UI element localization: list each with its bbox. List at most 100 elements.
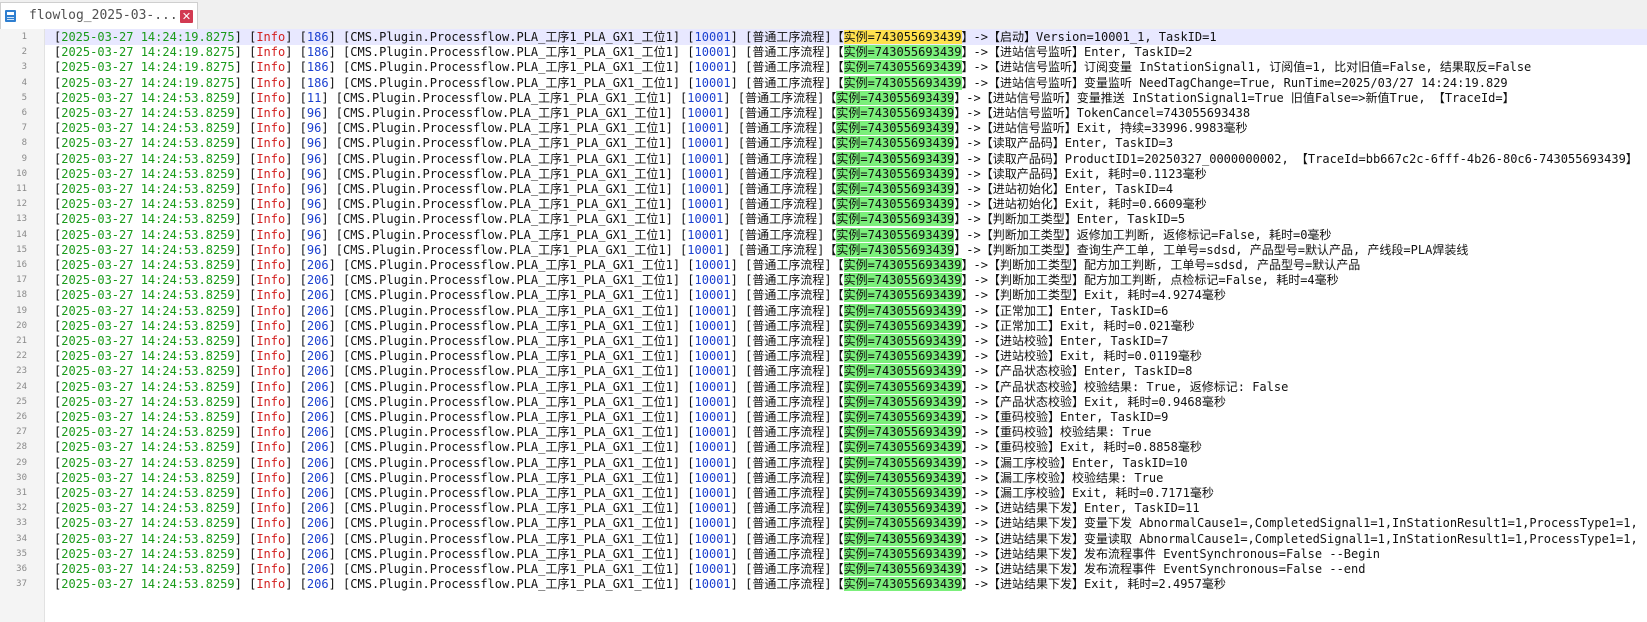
- log-line: [2025-03-27 14:24:53.8259] [Info] [206] …: [54, 288, 1226, 303]
- module-name: CMS.Plugin.Processflow.PLA_工序1_PLA_GX1_工…: [343, 136, 666, 151]
- log-message: ->【进站结果下发】发布流程事件 EventSynchronous=False …: [973, 546, 1380, 561]
- log-level: Info: [256, 303, 286, 318]
- line-number: 21: [16, 336, 27, 346]
- log-level: Info: [256, 90, 286, 105]
- line-number: 12: [16, 199, 27, 210]
- log-level: Info: [256, 106, 286, 120]
- thread-id: 186: [306, 30, 329, 44]
- log-message: ->【进站校验】Exit, 耗时=0.0119毫秒: [973, 349, 1202, 364]
- instance-id: 实例=743055693439: [843, 394, 962, 409]
- log-level: Info: [256, 121, 286, 136]
- log-line: [2025-03-27 14:24:19.8275] [Info] [186] …: [54, 60, 1532, 75]
- thread-id: 206: [306, 546, 329, 561]
- log-line: [2025-03-27 14:24:53.8259] [Info] [206] …: [54, 531, 1638, 546]
- line-number: 32: [16, 503, 27, 514]
- instance-id: 实例=743055693439: [843, 258, 962, 272]
- log-timestamp: 2025-03-27 14:24:19.8275: [61, 75, 235, 90]
- flow-code: 10001: [694, 45, 731, 60]
- log-line: [2025-03-27 14:24:53.8259] [Info] [96] […: [54, 106, 1251, 120]
- log-line: [2025-03-27 14:24:53.8259] [Info] [206] …: [54, 546, 1380, 561]
- instance-id: 实例=743055693439: [843, 60, 962, 75]
- log-timestamp: 2025-03-27 14:24:19.8275: [61, 45, 235, 60]
- log-message: ->【漏工序校验】Enter, TaskID=10: [973, 455, 1188, 470]
- log-message: ->【判断加工类型】Enter, TaskID=5: [966, 212, 1186, 227]
- line-number: 30: [16, 472, 27, 483]
- flow-code: 10001: [694, 60, 731, 75]
- module-name: CMS.Plugin.Processflow.PLA_工序1_PLA_GX1_工…: [350, 364, 673, 379]
- line-number: 29: [16, 457, 27, 468]
- editor[interactable]: 1 2 3 4 5 6 7 8 9 10 11 12 13 14 15 16 17 18 19 20 21 22 23 24 2…: [0, 29, 1647, 622]
- thread-id: 96: [306, 212, 322, 227]
- flow-code: 10001: [694, 75, 731, 90]
- line-number: 22: [16, 351, 27, 362]
- flow-name: 普通工序流程: [745, 197, 818, 212]
- module-name: CMS.Plugin.Processflow.PLA_工序1_PLA_GX1_工…: [350, 273, 673, 288]
- log-message: ->【产品状态校验】Exit, 耗时=0.9468毫秒: [973, 394, 1226, 409]
- module-name: CMS.Plugin.Processflow.PLA_工序1_PLA_GX1_工…: [350, 577, 673, 592]
- module-name: CMS.Plugin.Processflow.PLA_工序1_PLA_GX1_工…: [343, 90, 666, 105]
- flow-code: 10001: [694, 470, 731, 485]
- log-level: Info: [256, 425, 286, 440]
- module-name: CMS.Plugin.Processflow.PLA_工序1_PLA_GX1_工…: [350, 546, 673, 561]
- log-timestamp: 2025-03-27 14:24:53.8259: [61, 197, 235, 212]
- log-level: Info: [256, 288, 286, 303]
- line-number: 17: [16, 275, 27, 286]
- flow-code: 10001: [694, 425, 731, 440]
- log-line: [2025-03-27 14:24:53.8259] [Info] [206] …: [54, 349, 1202, 364]
- flow-code: 10001: [694, 273, 731, 288]
- flow-code: 10001: [694, 410, 731, 424]
- flow-code: 10001: [687, 182, 724, 196]
- module-name: CMS.Plugin.Processflow.PLA_工序1_PLA_GX1_工…: [343, 166, 666, 181]
- instance-id: 实例=743055693439: [843, 455, 962, 470]
- log-message: ->【重码校验】Enter, TaskID=9: [973, 410, 1169, 424]
- log-timestamp: 2025-03-27 14:24:53.8259: [61, 166, 235, 181]
- log-line: [2025-03-27 14:24:53.8259] [Info] [206] …: [54, 470, 1164, 485]
- log-level: Info: [256, 364, 286, 379]
- line-number: 8: [21, 138, 27, 149]
- flow-name: 普通工序流程: [752, 486, 825, 500]
- instance-id: 实例=743055693439: [843, 364, 962, 379]
- line-number: 28: [16, 442, 27, 453]
- module-name: CMS.Plugin.Processflow.PLA_工序1_PLA_GX1_工…: [343, 227, 666, 242]
- flow-code: 10001: [687, 212, 724, 227]
- flow-code: 10001: [694, 531, 731, 546]
- flow-name: 普通工序流程: [752, 394, 825, 409]
- log-timestamp: 2025-03-27 14:24:53.8259: [61, 379, 235, 394]
- line-number: 13: [16, 214, 27, 225]
- log-level: Info: [256, 151, 286, 166]
- log-level: Info: [256, 182, 286, 196]
- line-number: 37: [16, 579, 27, 590]
- module-name: CMS.Plugin.Processflow.PLA_工序1_PLA_GX1_工…: [350, 440, 673, 455]
- thread-id: 206: [306, 379, 329, 394]
- flow-name: 普通工序流程: [745, 182, 818, 196]
- log-message: ->【进站信号监听】变量监听 NeedTagChange=True, RunTi…: [973, 75, 1508, 90]
- flow-name: 普通工序流程: [745, 121, 818, 136]
- thread-id: 206: [306, 577, 329, 592]
- log-message: ->【进站初始化】Enter, TaskID=4: [966, 182, 1174, 196]
- log-level: Info: [256, 212, 286, 227]
- flow-name: 普通工序流程: [745, 242, 818, 257]
- log-message: ->【漏工序校验】校验结果: True: [973, 470, 1164, 485]
- log-level: Info: [256, 258, 286, 272]
- log-line: [2025-03-27 14:24:19.8275] [Info] [186] …: [54, 45, 1193, 60]
- log-message: ->【进站信号监听】Enter, TaskID=2: [973, 45, 1193, 60]
- flow-code: 10001: [687, 227, 724, 242]
- log-line: [2025-03-27 14:24:19.8275] [Info] [186] …: [45, 29, 1647, 45]
- flow-name: 普通工序流程: [752, 501, 825, 516]
- thread-id: 206: [306, 410, 329, 424]
- module-name: CMS.Plugin.Processflow.PLA_工序1_PLA_GX1_工…: [350, 394, 673, 409]
- log-message: ->【正常加工】Exit, 耗时=0.021毫秒: [973, 318, 1195, 333]
- log-level: Info: [256, 562, 286, 576]
- log-line: [2025-03-27 14:24:53.8259] [Info] [96] […: [54, 121, 1248, 136]
- module-name: CMS.Plugin.Processflow.PLA_工序1_PLA_GX1_工…: [350, 516, 673, 531]
- close-icon[interactable]: ✕: [180, 10, 193, 23]
- instance-id: 实例=743055693439: [836, 227, 955, 242]
- line-number: 14: [16, 229, 27, 240]
- instance-id: 实例=743055693439: [836, 106, 955, 120]
- log-message: ->【产品状态校验】校验结果: True, 返修标记: False: [973, 379, 1289, 394]
- line-number: 15: [16, 244, 27, 255]
- file-tab[interactable]: flowlog_2025-03-... ✕: [0, 2, 198, 29]
- flow-code: 10001: [694, 516, 731, 531]
- instance-id: 实例=743055693439: [843, 318, 962, 333]
- line-number: 36: [16, 564, 27, 574]
